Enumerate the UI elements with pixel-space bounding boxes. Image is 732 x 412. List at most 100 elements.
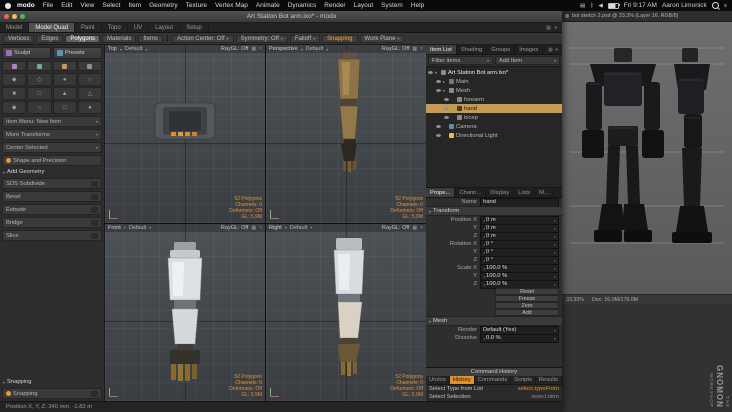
ps-close-button[interactable] — [565, 14, 569, 18]
apple-menu-icon[interactable] — [5, 2, 11, 9]
viewport-options-icon[interactable]: ▦ — [412, 225, 417, 231]
tool-tab-basic[interactable] — [2, 61, 27, 71]
sculpt-button[interactable]: Sculpt — [2, 47, 51, 59]
visibility-eye-icon[interactable] — [444, 107, 449, 110]
sphere-primitive-icon[interactable]: □ — [27, 87, 52, 100]
viewport-close-icon[interactable]: × — [259, 225, 262, 231]
viewport-options-icon[interactable]: ▦ — [251, 225, 256, 231]
tab-history[interactable]: History — [449, 376, 475, 384]
transform-section-header[interactable]: Transform — [426, 206, 562, 216]
tree-row-hand[interactable]: hand — [426, 104, 562, 113]
tab-layout[interactable]: Layout — [149, 23, 181, 32]
capsule-tool-icon[interactable]: ● — [77, 101, 102, 114]
tab-item-list[interactable]: Item List — [426, 45, 457, 54]
tab-display[interactable]: Display — [486, 188, 515, 197]
zero-button[interactable]: Zero — [495, 302, 559, 309]
transform-tool-icon[interactable]: ◆ — [2, 73, 27, 86]
item-menu-dropdown[interactable]: Item Menu: New Item ▾ — [2, 116, 102, 127]
raygl-toggle[interactable]: RayGL: Off — [221, 46, 248, 52]
visibility-eye-icon[interactable] — [436, 89, 441, 92]
falloff-dropdown[interactable]: Falloff ▾ — [289, 34, 321, 43]
filter-items-dropdown[interactable]: Filter items ▾ — [428, 56, 493, 65]
pen-tool-icon[interactable]: ◆ — [2, 101, 27, 114]
tab-gear-icon[interactable]: ∗ — [554, 25, 558, 31]
slice-tool[interactable]: Slice — [2, 230, 102, 241]
tree-row-scene[interactable]: ▾ Art Station Bot arm.lxo* — [426, 68, 562, 77]
menubar-clock[interactable]: Fri 9:17 AM — [624, 2, 657, 9]
history-row[interactable]: Select Selection select.item — [426, 393, 562, 401]
cube-primitive-icon[interactable]: ■ — [2, 87, 27, 100]
visibility-eye-icon[interactable] — [444, 98, 449, 101]
tab-commands[interactable]: Commands — [475, 376, 512, 384]
viewport-top[interactable]: Top ▾ Default ▾ RayGL: Off ▦ × 52 Polygo… — [105, 45, 265, 223]
mode-vertices-button[interactable]: Vertices — [3, 34, 35, 43]
tree-row-directional-light[interactable]: Directional Light — [426, 131, 562, 140]
raygl-toggle[interactable]: RayGL: Off — [382, 225, 409, 231]
viewport-name[interactable]: Front — [108, 225, 121, 231]
menu-vertex-map[interactable]: Vertex Map — [211, 2, 252, 9]
viewport-right[interactable]: Right ▾ Default ▾ RayGL: Off ▦ × 52 Poly… — [266, 223, 426, 401]
text-tool-icon[interactable]: □ — [52, 101, 77, 114]
mode-materials-button[interactable]: Materials — [102, 34, 137, 43]
notification-center-icon[interactable]: ≡ — [724, 3, 727, 9]
menu-dynamics[interactable]: Dynamics — [284, 2, 321, 9]
visibility-eye-icon[interactable] — [436, 134, 441, 137]
tree-row-forearm[interactable]: forearm — [426, 95, 562, 104]
modo-titlebar[interactable]: Art Station Bot arm.lxo* - modo — [0, 11, 562, 23]
tab-groups[interactable]: Groups — [487, 45, 516, 54]
tool-tab-deform[interactable] — [27, 61, 52, 71]
tab-topo[interactable]: Topo — [102, 23, 128, 32]
expand-arrow-icon[interactable]: ▾ — [435, 70, 439, 75]
move-tool-icon[interactable]: ◇ — [27, 73, 52, 86]
shape-precision-toggle[interactable]: Shape and Precision — [2, 155, 102, 166]
tab-undos[interactable]: Undos — [426, 376, 450, 384]
raygl-toggle[interactable]: RayGL: Off — [221, 225, 248, 231]
mode-polygons-button[interactable]: Polygons — [65, 34, 101, 43]
snapping-section-header[interactable]: Snapping — [2, 378, 102, 386]
viewport-close-icon[interactable]: × — [420, 46, 423, 52]
menu-system[interactable]: System — [377, 2, 407, 9]
close-window-button[interactable] — [4, 14, 9, 19]
snapping-toggle-button[interactable]: Snapping — [322, 34, 358, 43]
extrude-tool[interactable]: Extrude — [2, 204, 102, 215]
presets-button[interactable]: Presets — [53, 47, 102, 59]
action-center-dropdown[interactable]: Action Center: Off ▾ — [172, 34, 234, 43]
add-item-dropdown[interactable]: Add Item ▾ — [495, 56, 560, 65]
expand-arrow-icon[interactable]: ▾ — [443, 88, 447, 93]
bluetooth-icon[interactable]: ᛒ — [590, 3, 593, 9]
viewport-perspective[interactable]: Perspective ▾ Default ▾ RayGL: Off ▦ × 5… — [266, 45, 426, 223]
freeze-button[interactable]: Freeze — [495, 295, 559, 302]
tree-row-camera[interactable]: Camera — [426, 122, 562, 131]
menu-file[interactable]: File — [39, 2, 57, 9]
viewport-name[interactable]: Perspective — [269, 46, 298, 52]
bevel-tool[interactable]: Bevel — [2, 191, 102, 202]
tool-tab-mesh-edit[interactable] — [77, 61, 102, 71]
visibility-eye-icon[interactable] — [444, 116, 449, 119]
viewport-name[interactable]: Right — [269, 225, 282, 231]
shading-style-dropdown[interactable]: Default — [129, 225, 146, 231]
bridge-tool[interactable]: Bridge — [2, 217, 102, 228]
mesh-section-header[interactable]: Mesh — [426, 316, 562, 326]
cylinder-primitive-icon[interactable]: ▲ — [52, 87, 77, 100]
menu-geometry[interactable]: Geometry — [145, 2, 182, 9]
snapping-row[interactable]: Snapping — [2, 388, 102, 399]
mode-edges-button[interactable]: Edges — [36, 34, 64, 43]
minimize-window-button[interactable] — [12, 14, 17, 19]
viewport-front[interactable]: Front ▾ Default ▾ RayGL: Off ▦ × 52 Poly… — [105, 223, 265, 401]
viewport-options-icon[interactable]: ▦ — [412, 46, 417, 52]
viewport-close-icon[interactable]: × — [259, 46, 262, 52]
menu-item[interactable]: Item — [124, 2, 145, 9]
battery-icon[interactable] — [607, 2, 620, 9]
tab-paint[interactable]: Paint — [75, 23, 102, 32]
center-selected-dropdown[interactable]: Center Selected ▾ — [2, 142, 102, 153]
menu-help[interactable]: Help — [407, 2, 428, 9]
spotlight-search-icon[interactable] — [711, 2, 719, 9]
add-geometry-header[interactable]: Add Geometry — [2, 168, 102, 176]
viewport-close-icon[interactable]: × — [420, 225, 423, 231]
viewport-options-icon[interactable]: ▦ — [251, 46, 256, 52]
tab-options-icon[interactable]: ▦ — [546, 25, 551, 31]
menu-texture[interactable]: Texture — [182, 2, 211, 9]
expand-arrow-icon[interactable]: ▸ — [443, 79, 447, 84]
tab-scripts[interactable]: Scripts — [511, 376, 536, 384]
tab-lists[interactable]: Lists — [514, 188, 536, 197]
